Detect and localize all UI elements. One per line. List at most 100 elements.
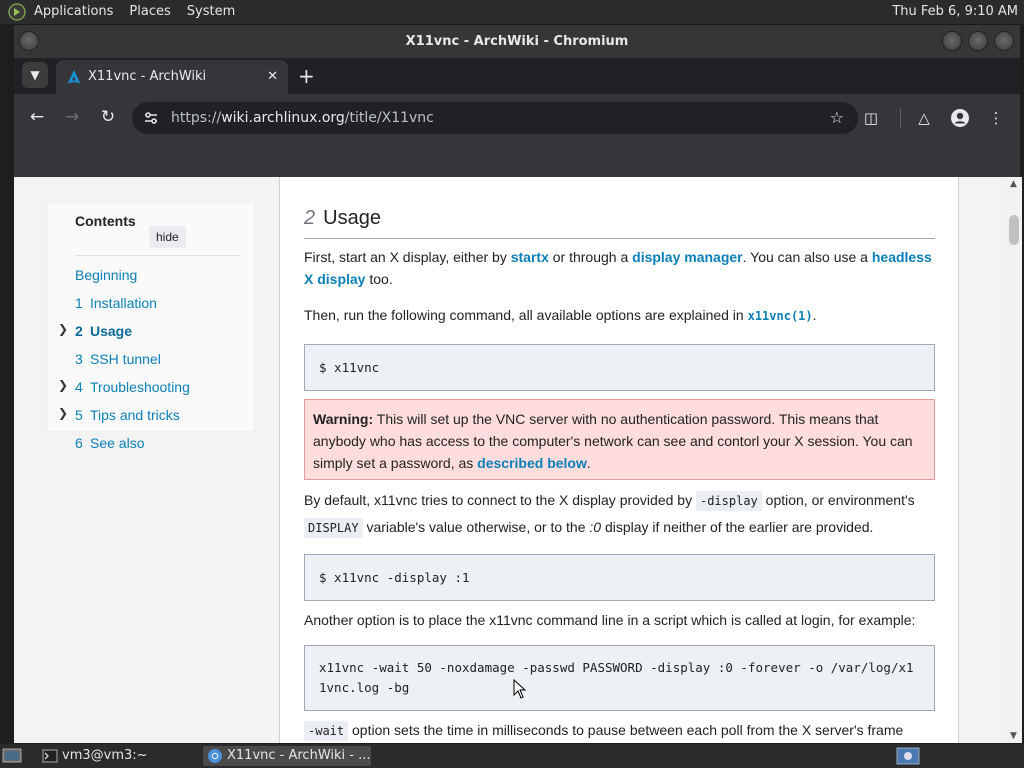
- section-number: 2: [304, 207, 316, 229]
- bookmark-star-icon[interactable]: ☆: [830, 102, 844, 134]
- forward-icon[interactable]: →: [61, 106, 83, 128]
- taskbar-item-chromium[interactable]: X11vnc - ArchWiki - ...: [203, 746, 371, 766]
- code-display-option: -display: [695, 491, 762, 511]
- tab-archwiki[interactable]: X11vnc - ArchWiki ✕: [56, 60, 288, 94]
- article-content: 2 Usage First, start an X display, either…: [279, 177, 959, 743]
- link-x11vnc-manpage[interactable]: x11vnc(1): [748, 309, 813, 323]
- back-icon[interactable]: ←: [26, 106, 48, 128]
- url-text[interactable]: https://wiki.archlinux.org/title/X11vnc: [171, 102, 434, 134]
- tab-close-icon[interactable]: ✕: [267, 60, 278, 94]
- archlinux-favicon-icon: [67, 70, 81, 84]
- code-block-x11vnc[interactable]: $ x11vnc: [304, 344, 935, 391]
- toc-item-label: Tips and tricks: [90, 407, 180, 423]
- table-of-contents: Contents hide Beginning 1 Installation ❯ …: [47, 202, 255, 451]
- text: .: [586, 455, 591, 471]
- extensions-icon[interactable]: ◫: [860, 107, 882, 129]
- minimize-icon[interactable]: [942, 31, 962, 51]
- toc-item-number: 6: [75, 435, 83, 451]
- url-scheme: https://: [171, 110, 222, 126]
- toc-hide-button[interactable]: hide: [149, 226, 186, 248]
- text: variable's value otherwise, or to the: [362, 519, 590, 535]
- chevron-right-icon[interactable]: ❯: [58, 322, 68, 336]
- tab-search-icon[interactable]: ▼: [22, 62, 48, 88]
- taskbar-item-terminal[interactable]: vm3@vm3:~: [38, 746, 198, 766]
- toc-item-number: 1: [75, 295, 83, 311]
- window-menu-icon[interactable]: [19, 31, 39, 51]
- address-bar[interactable]: https://wiki.archlinux.org/title/X11vnc …: [132, 102, 858, 134]
- toc-item-installation[interactable]: 1 Installation: [75, 295, 157, 311]
- toc-item-troubleshooting[interactable]: 4 Troubleshooting: [75, 379, 190, 395]
- toc-item-number: 3: [75, 351, 83, 367]
- text: display if neither of the earlier are pr…: [601, 519, 874, 535]
- tab-strip: ▼ X11vnc - ArchWiki ✕ +: [14, 58, 1020, 94]
- warning-text: This will set up the VNC server with no …: [313, 411, 913, 471]
- taskbar-item-label: X11vnc - ArchWiki - ...: [227, 748, 371, 763]
- url-path: /title/X11vnc: [344, 110, 434, 126]
- toc-divider: [75, 255, 241, 256]
- text: First, start an X display, either by: [304, 249, 511, 265]
- gnome-foot-icon[interactable]: [8, 3, 26, 21]
- code-block-login-script[interactable]: x11vnc -wait 50 -noxdamage -passwd PASSW…: [304, 645, 935, 711]
- scroll-up-icon[interactable]: ▲: [1010, 179, 1017, 189]
- link-startx[interactable]: startx: [511, 249, 549, 265]
- chrome-menu-icon[interactable]: ⋮: [985, 107, 1007, 129]
- places-menu[interactable]: Places: [121, 0, 178, 24]
- page-viewport: Contents hide Beginning 1 Installation ❯ …: [14, 177, 1006, 743]
- toc-item-ssh-tunnel[interactable]: 3 SSH tunnel: [75, 351, 161, 367]
- show-desktop-icon[interactable]: [2, 747, 22, 765]
- warning-label: Warning:: [313, 411, 374, 427]
- toc-item-tips-and-tricks[interactable]: 5 Tips and tricks: [75, 407, 180, 423]
- toc-item-label: Beginning: [75, 267, 138, 283]
- toc-item-usage[interactable]: 2 Usage: [75, 323, 132, 339]
- text: option, or environment's: [761, 492, 915, 508]
- chevron-right-icon[interactable]: ❯: [58, 406, 68, 420]
- text: . You can also use a: [742, 249, 872, 265]
- link-display-manager[interactable]: display manager: [632, 249, 743, 265]
- toc-item-number: 5: [75, 407, 83, 423]
- toc-item-number: 4: [75, 379, 83, 395]
- site-info-icon[interactable]: [142, 109, 160, 127]
- new-tab-button[interactable]: +: [298, 58, 315, 94]
- top-panel: Applications Places System Thu Feb 6, 9:…: [0, 0, 1024, 24]
- toc-item-label: Installation: [90, 295, 157, 311]
- page-scrollbar[interactable]: ▲ ▼: [1006, 177, 1022, 743]
- system-menu[interactable]: System: [179, 0, 243, 24]
- browser-window: X11vnc - ArchWiki - Chromium ▼ X11vnc - …: [13, 24, 1022, 743]
- bottom-taskbar: vm3@vm3:~ X11vnc - ArchWiki - ...: [0, 744, 1024, 768]
- window-titlebar[interactable]: X11vnc - ArchWiki - Chromium: [14, 25, 1020, 58]
- labs-flask-icon[interactable]: △: [913, 107, 935, 129]
- paragraph-login-script: Another option is to place the x11vnc co…: [304, 612, 916, 628]
- scroll-down-icon[interactable]: ▼: [1010, 731, 1017, 741]
- toc-item-label: See also: [90, 435, 145, 451]
- reload-icon[interactable]: ↻: [97, 106, 119, 128]
- bookmarks-bar: [14, 141, 1020, 177]
- browser-toolbar: ← → ↻ https://wiki.archlinux.org/title/X…: [14, 94, 1020, 141]
- text: or through a: [548, 249, 633, 265]
- profile-avatar-icon[interactable]: [949, 107, 971, 129]
- heading-divider: [304, 238, 935, 239]
- toc-item-label: Troubleshooting: [90, 379, 190, 395]
- text: By default, x11vnc tries to connect to t…: [304, 492, 696, 508]
- toc-heading: Contents: [75, 213, 136, 229]
- toc-item-label: SSH tunnel: [90, 351, 161, 367]
- toc-item-beginning[interactable]: Beginning: [75, 267, 137, 283]
- workspace-switcher-icon[interactable]: [896, 747, 920, 765]
- url-host: wiki.archlinux.org: [221, 110, 345, 126]
- link-described-below[interactable]: described below: [477, 455, 587, 471]
- clock[interactable]: Thu Feb 6, 9:10 AM: [892, 0, 1018, 24]
- chevron-right-icon[interactable]: ❯: [58, 378, 68, 392]
- code-block-display[interactable]: $ x11vnc -display :1: [304, 554, 935, 601]
- text: .: [812, 307, 817, 323]
- code-display-env: DISPLAY: [304, 518, 363, 538]
- applications-menu[interactable]: Applications: [26, 0, 121, 24]
- scrollbar-thumb[interactable]: [1009, 215, 1019, 245]
- toc-item-see-also[interactable]: 6 See also: [75, 435, 144, 451]
- taskbar-item-label: vm3@vm3:~: [62, 748, 148, 763]
- close-window-icon[interactable]: [994, 31, 1014, 51]
- code-wait-option: -wait: [304, 721, 349, 741]
- section-title: Usage: [323, 207, 381, 229]
- text: option sets the time in milliseconds to …: [348, 722, 904, 738]
- maximize-icon[interactable]: [968, 31, 988, 51]
- display-zero: :0: [589, 519, 602, 535]
- tab-title: X11vnc - ArchWiki: [88, 69, 207, 84]
